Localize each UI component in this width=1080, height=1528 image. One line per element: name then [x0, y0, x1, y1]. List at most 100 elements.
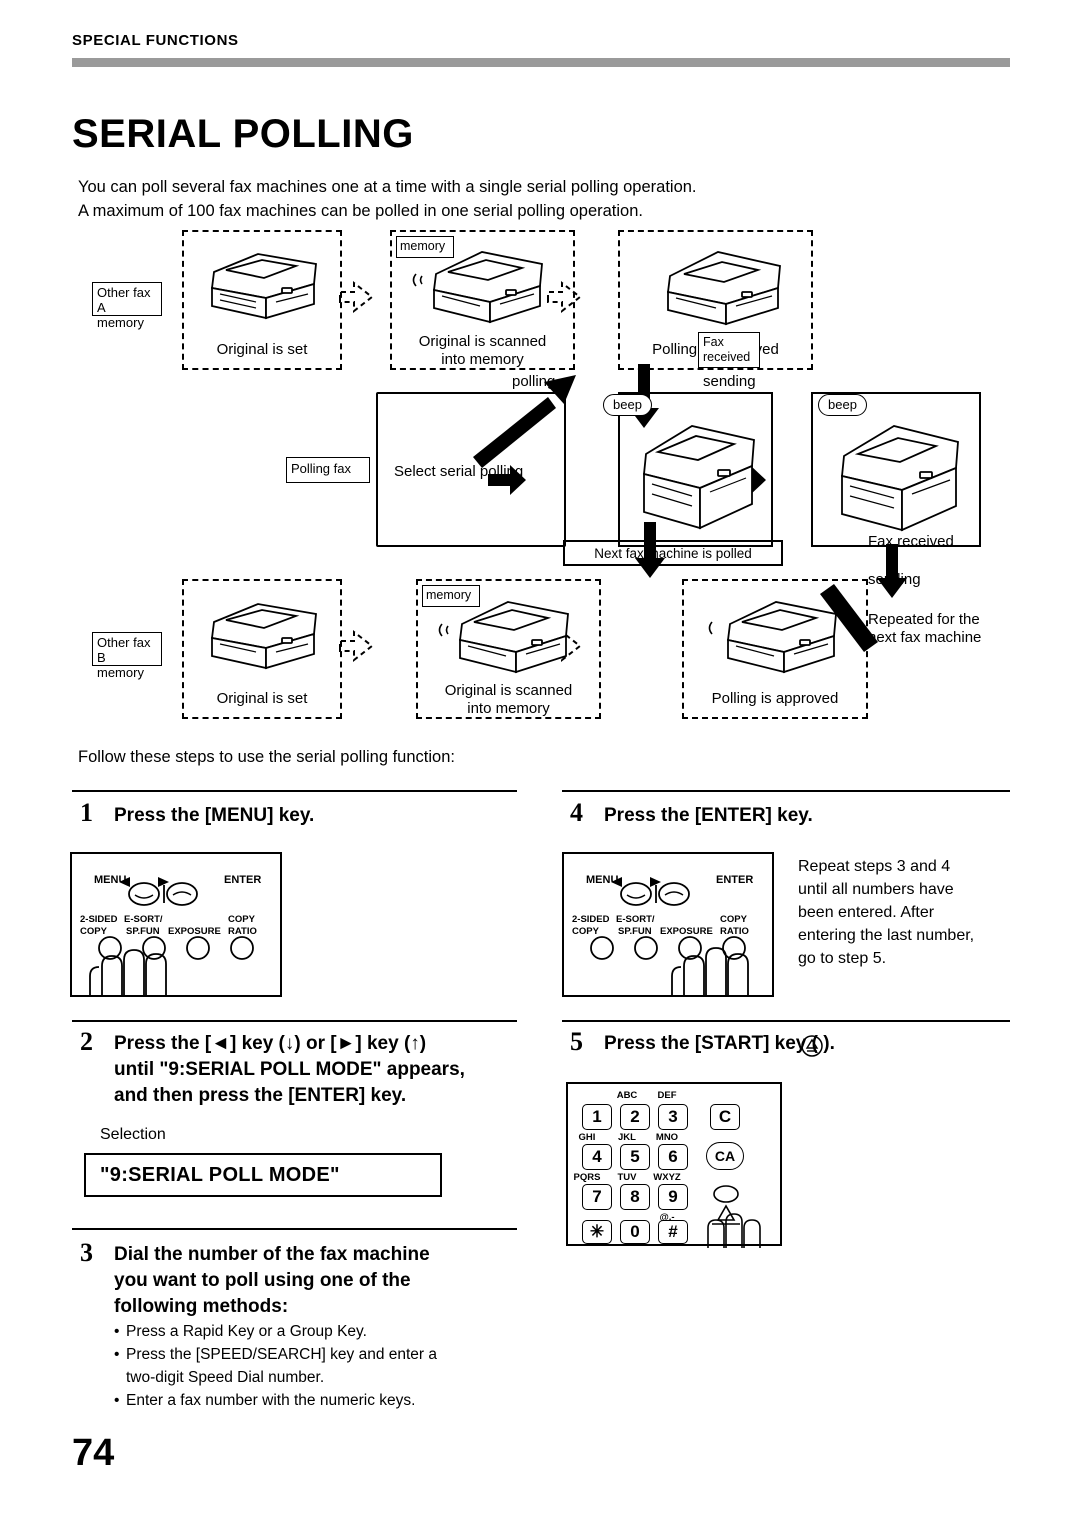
- step1-heading: Press the [MENU] key.: [114, 805, 315, 826]
- step3-heading-line1: Dial the number of the fax machine: [114, 1244, 430, 1265]
- keypad-label-tuv: TUV: [617, 1172, 637, 1183]
- serial-polling-diagram: Original is set Original is scanned into…: [78, 222, 998, 722]
- operation-panel-menu-illustration: MENU ENTER 2-SIDED COPY E-SORT/ SP.FUN E…: [70, 852, 282, 997]
- keypad-key-hash[interactable]: #: [658, 1220, 688, 1244]
- step4-body: Repeat steps 3 and 4 until all numbers h…: [798, 855, 1013, 970]
- step4-heading: Press the [ENTER] key.: [604, 805, 813, 826]
- keypad-key-6[interactable]: 6: [658, 1144, 688, 1170]
- keypad-key-4[interactable]: 4: [582, 1144, 612, 1170]
- label-scanned-bottom-2: into memory: [467, 700, 550, 717]
- keypad-label-def: DEF: [657, 1090, 677, 1101]
- step3-bullet-2-line2: two-digit Speed Dial number.: [126, 1369, 325, 1386]
- step2-heading-line2: until "9:SERIAL POLL MODE" appears,: [114, 1059, 465, 1080]
- step3-bullet-2-line1: Press the [SPEED/SEARCH] key and enter a: [126, 1346, 437, 1363]
- keypad-key-7[interactable]: 7: [582, 1184, 612, 1210]
- tag-other-fax-a: Other fax A memory: [92, 282, 162, 330]
- step3-bullet-list: Press a Rapid Key or a Group Key. Press …: [114, 1320, 514, 1412]
- header-divider: [72, 58, 1010, 67]
- page-title: SERIAL POLLING: [72, 112, 414, 156]
- panel-label-esort-1a: E-SORT/: [124, 914, 163, 925]
- panel-label-exposure-2: EXPOSURE: [660, 926, 713, 937]
- panel-label-copy-2a: COPY: [720, 914, 747, 925]
- section-header: SPECIAL FUNCTIONS: [72, 32, 239, 49]
- label-scanned-top-2: into memory: [441, 351, 524, 368]
- label-select-serial-polling: Select serial polling: [394, 463, 524, 480]
- label-sending-bottom: sending: [868, 571, 921, 588]
- fax-illustration-center: [643, 425, 755, 530]
- fax-illustration-b1: [211, 603, 317, 670]
- step2-rule: [72, 1020, 517, 1022]
- document-page: SPECIAL FUNCTIONS SERIAL POLLING You can…: [0, 0, 1080, 1528]
- panel-label-esort-1b: SP.FUN: [126, 926, 160, 937]
- step4-body-line2: until all numbers have: [798, 881, 954, 898]
- step4-rule: [562, 790, 1010, 792]
- fax-illustration-right: [841, 425, 959, 532]
- keypad-label-abc: ABC: [616, 1090, 638, 1101]
- start-key-icon: [801, 1035, 823, 1057]
- step4-body-line4: entering the last number,: [798, 927, 975, 944]
- step4-body-line3: been entered. After: [798, 904, 935, 921]
- fax-illustration-a3: [667, 251, 781, 326]
- panel-label-copy-1b: RATIO: [228, 926, 257, 937]
- selection-label: Selection: [100, 1126, 166, 1143]
- keypad-key-clear-all[interactable]: CA: [706, 1142, 744, 1170]
- step2-number: 2: [80, 1027, 93, 1056]
- fax-illustration-a1: [211, 253, 317, 320]
- tag-other-fax-a-line1: Other fax A: [97, 285, 151, 315]
- tag-fax-received-line2: received: [703, 350, 751, 364]
- step4-number: 4: [570, 798, 583, 827]
- tag-other-fax-a-line2: memory: [97, 315, 144, 330]
- keypad-key-star[interactable]: ✳: [582, 1220, 612, 1244]
- fax-illustration-b3: [708, 601, 837, 674]
- keypad-label-jkl: JKL: [618, 1132, 636, 1143]
- step2-heading-line3: and then press the [ENTER] key.: [114, 1085, 407, 1106]
- tag-other-fax-b: Other fax B memory: [92, 632, 162, 680]
- intro-line-1: You can poll several fax machines one at…: [78, 178, 697, 196]
- keypad-key-clear[interactable]: C: [710, 1104, 740, 1130]
- panel-label-copy-2b: RATIO: [720, 926, 749, 937]
- step3-bullet-2: Press the [SPEED/SEARCH] key and enter a…: [114, 1343, 514, 1389]
- fax-illustration-b2: [438, 601, 569, 674]
- panel-label-exposure-1: EXPOSURE: [168, 926, 221, 937]
- panel-label-2sided-2a: 2-SIDED: [572, 914, 610, 925]
- keypad-key-9[interactable]: 9: [658, 1184, 688, 1210]
- step2-heading-line1: Press the [◄] key (↓) or [►] key (↑): [114, 1033, 427, 1054]
- step3-heading: Dial the number of the fax machine you w…: [114, 1242, 524, 1320]
- keypad-key-1[interactable]: 1: [582, 1104, 612, 1130]
- step4-body-line1: Repeat steps 3 and 4: [798, 858, 951, 875]
- keypad-key-5[interactable]: 5: [620, 1144, 650, 1170]
- label-original-is-set-bottom: Original is set: [216, 690, 308, 707]
- step3-heading-line2: you want to poll using one of the: [114, 1270, 411, 1291]
- panel-label-2sided-1a: 2-SIDED: [80, 914, 118, 925]
- selection-display-box: "9:SERIAL POLL MODE": [84, 1153, 442, 1197]
- tag-other-fax-b-line1: Other fax B: [97, 635, 151, 665]
- panel-label-2sided-1b: COPY: [80, 926, 107, 937]
- intro-paragraph: You can poll several fax machines one at…: [78, 175, 978, 223]
- tag-other-fax-b-line2: memory: [97, 665, 144, 680]
- label-sending-top: sending: [703, 373, 756, 390]
- label-repeated-1: Repeated for the: [868, 611, 980, 628]
- step3-bullet-3: Enter a fax number with the numeric keys…: [114, 1389, 514, 1412]
- numeric-keypad-illustration: ABC DEF 1 2 3 C GHI JKL MNO 4 5 6 CA PQR…: [566, 1082, 782, 1248]
- page-number: 74: [72, 1432, 115, 1474]
- step5-number: 5: [570, 1027, 583, 1056]
- step3-rule: [72, 1228, 517, 1230]
- step4-body-line5: go to step 5.: [798, 950, 887, 967]
- keypad-key-0[interactable]: 0: [620, 1220, 650, 1244]
- label-original-is-set-top: Original is set: [216, 341, 308, 358]
- panel-label-copy-1a: COPY: [228, 914, 255, 925]
- label-next-fax-polled: Next fax machine is polled: [594, 546, 752, 561]
- step3-number: 3: [80, 1238, 93, 1267]
- label-polling: polling: [512, 373, 556, 390]
- label-repeated-2: next fax machine: [868, 629, 982, 646]
- panel-label-2sided-2b: COPY: [572, 926, 599, 937]
- step3-heading-line3: following methods:: [114, 1296, 289, 1317]
- keypad-label-pqrs: PQRS: [573, 1172, 601, 1183]
- keypad-key-2[interactable]: 2: [620, 1104, 650, 1130]
- keypad-label-wxyz: WXYZ: [653, 1172, 681, 1183]
- keypad-key-3[interactable]: 3: [658, 1104, 688, 1130]
- keypad-key-8[interactable]: 8: [620, 1184, 650, 1210]
- intro-line-2: A maximum of 100 fax machines can be pol…: [78, 202, 643, 220]
- label-polling-approved-bottom: Polling is approved: [711, 690, 839, 707]
- keypad-label-mno: MNO: [655, 1132, 679, 1143]
